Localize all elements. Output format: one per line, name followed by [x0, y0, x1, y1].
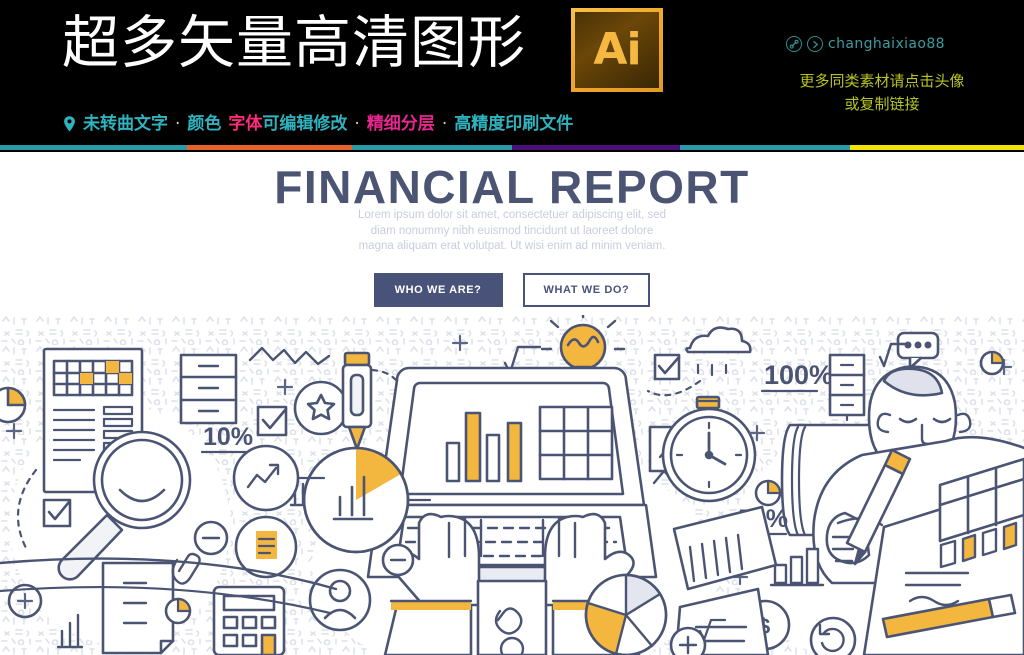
feature-separator-2: ·: [441, 114, 448, 134]
color-strip-segment-5: [850, 145, 1024, 150]
watermark-instructions-line1: 更多同类素材请点击头像: [799, 72, 965, 90]
feature-item-4: 精细分层: [366, 114, 435, 134]
illustration-label-100pct: 100%: [764, 360, 833, 390]
hero-paragraph-line2: diam nonummy nibh euismod tincidunt ut l…: [370, 224, 654, 237]
watermark-username-row: changhaixiao88: [786, 36, 945, 52]
watermark-username: changhaixiao88: [828, 36, 945, 52]
watermark-instructions: 更多同类素材请点击头像 或复制链接: [740, 70, 1024, 116]
color-strip-segment-4: [680, 145, 850, 150]
ai-logo-label: Ai: [593, 24, 641, 75]
color-strip-segment-2: [352, 145, 512, 150]
chevron-right-icon: [807, 36, 823, 52]
color-strip: [0, 145, 1024, 150]
color-strip-segment-1: [187, 145, 352, 150]
page-title: FINANCIAL REPORT: [274, 161, 750, 213]
hero-button-group: WHO WE ARE? WHAT WE DO?: [0, 273, 1024, 307]
promo-title: 超多矢量高清图形: [62, 10, 526, 76]
color-strip-segment-3: [512, 145, 680, 150]
color-strip-segment-0: [0, 145, 187, 150]
watermark-instructions-line2: 或复制链接: [844, 95, 920, 113]
feature-item-3: 可编辑修改: [262, 114, 348, 134]
feature-item-1: 颜色: [187, 114, 222, 134]
promo-banner: 超多矢量高清图形 Ai changhaixiao88 更多同类素材请点击头像 或…: [0, 0, 1024, 152]
link-icon: [786, 36, 802, 52]
doodle-illustration: 10% 100%: [0, 315, 1024, 655]
feature-item-2: 字体: [228, 114, 263, 134]
location-pin-icon: [62, 115, 77, 133]
hero-section: FINANCIAL REPORT Lorem ipsum dolor sit a…: [0, 152, 1024, 655]
feature-separator-1: ·: [354, 114, 360, 134]
feature-item-0: 未转曲文字: [83, 114, 168, 134]
what-we-do-button[interactable]: WHAT WE DO?: [522, 273, 651, 307]
illustration-label-10pct: 10%: [203, 423, 253, 451]
who-we-are-button[interactable]: WHO WE ARE?: [373, 273, 503, 307]
adobe-illustrator-icon: Ai: [571, 8, 663, 92]
hero-paragraph-line3: magna aliquam erat volutpat. Ut wisi eni…: [358, 240, 666, 252]
feature-separator-0: ·: [175, 114, 181, 134]
hero-paragraph: Lorem ipsum dolor sit amet, consectetuer…: [312, 208, 712, 255]
feature-list: 未转曲文字 · 颜色 字体 可编辑修改 · 精细分层 · 高精度印刷文件: [62, 112, 573, 136]
hero-paragraph-line1: Lorem ipsum dolor sit amet, consectetuer…: [357, 209, 667, 221]
feature-item-5: 高精度印刷文件: [454, 114, 574, 134]
poster-page: 超多矢量高清图形 Ai changhaixiao88 更多同类素材请点击头像 或…: [0, 0, 1024, 655]
